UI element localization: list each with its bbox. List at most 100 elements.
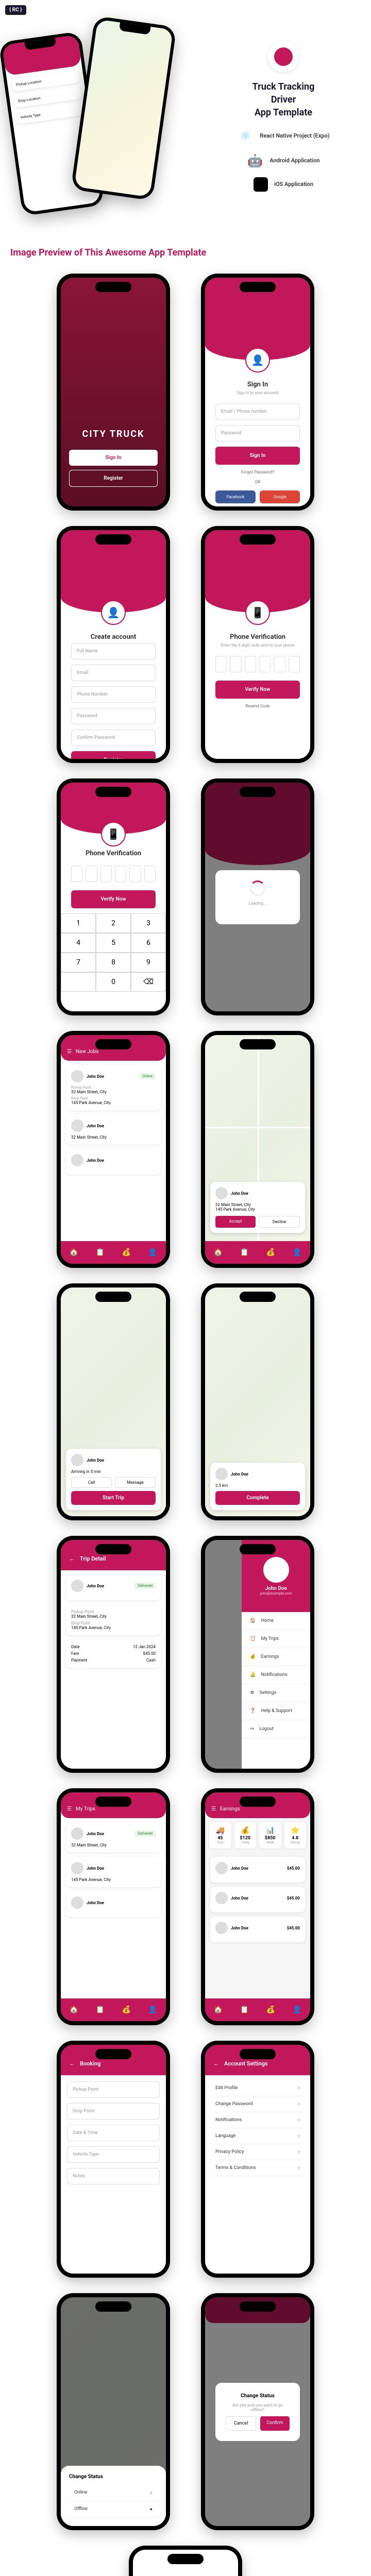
decline-button[interactable]: Decline xyxy=(259,1216,300,1228)
drawer-item-earnings[interactable]: 💰Earnings xyxy=(242,1648,310,1666)
call-button[interactable]: Call xyxy=(71,1477,112,1488)
hero-section: { RC } Pickup Location Drop Location Veh… xyxy=(0,0,371,237)
status-delivered: Delivered xyxy=(134,1583,156,1589)
drawer-avatar[interactable] xyxy=(263,1557,289,1583)
menu-icon[interactable]: ☰ xyxy=(67,1049,72,1055)
screen-tracking-1: John Doe Arriving in 5 min Call Message … xyxy=(57,1283,170,1520)
settings-language[interactable]: Language› xyxy=(210,2128,305,2144)
signin-sub: Sign in to your account xyxy=(215,391,300,395)
tab-profile[interactable]: 👤 xyxy=(284,1241,310,1264)
menu-icon[interactable]: ☰ xyxy=(67,1806,72,1812)
tab-earnings[interactable]: 💰 xyxy=(258,1998,284,2021)
tab-profile[interactable]: 👤 xyxy=(140,1998,166,2021)
signin-button[interactable]: Sign In xyxy=(215,447,300,465)
tab-profile[interactable]: 👤 xyxy=(140,1241,166,1264)
history-item[interactable]: John Doe xyxy=(66,1891,161,1917)
settings-profile[interactable]: Edit Profile› xyxy=(210,2080,305,2096)
drawer-item-home[interactable]: 🏠Home xyxy=(242,1612,310,1630)
splash-register-button[interactable]: Register xyxy=(69,470,158,487)
avatar xyxy=(71,1454,83,1466)
screen-register: 👤 Create account Full Name Email Phone N… xyxy=(57,526,170,763)
avatar xyxy=(71,1580,83,1592)
start-trip-button[interactable]: Start Trip xyxy=(71,1491,156,1505)
tab-earnings[interactable]: 💰 xyxy=(113,1998,140,2021)
confirm-modal: Change Status Are you sure you want to g… xyxy=(215,2383,299,2441)
splash-signin-button[interactable]: Sign In xyxy=(69,450,158,466)
drawer-item-trips[interactable]: 📋My Trips xyxy=(242,1630,310,1648)
screen-drawer: John Doe john@example.com 🏠Home 📋My Trip… xyxy=(201,1536,314,1773)
avatar xyxy=(71,1154,83,1166)
booking-pickup[interactable]: Pickup Point xyxy=(67,2081,160,2098)
otp-inputs[interactable] xyxy=(215,656,300,672)
hero-title-2: Driver xyxy=(206,93,361,106)
numeric-keypad[interactable]: 123 456 789 0⌫ xyxy=(61,913,166,992)
drawer-email: john@example.com xyxy=(260,1591,292,1596)
register-button[interactable]: Register xyxy=(71,751,156,759)
back-icon[interactable]: ← xyxy=(213,2060,219,2067)
reg-pass-input[interactable]: Password xyxy=(71,708,156,724)
drawer-item-notifications[interactable]: 🔔Notifications xyxy=(242,1666,310,1684)
history-item[interactable]: John Doe 145 Park Avenue, City xyxy=(66,1857,161,1887)
accept-button[interactable]: Accept xyxy=(215,1216,256,1228)
drawer-item-help[interactable]: ❓Help & Support xyxy=(242,1702,310,1720)
verify-button[interactable]: Verify Now xyxy=(215,681,300,699)
tab-trips[interactable]: 📋 xyxy=(231,1241,258,1264)
name-input[interactable]: Full Name xyxy=(71,643,156,659)
email-input[interactable]: Email / Phone number xyxy=(215,403,300,420)
tab-home[interactable]: 🏠 xyxy=(61,1998,87,2021)
phone-icon: 📱 xyxy=(245,600,270,625)
forgot-link[interactable]: Forgot Password? xyxy=(215,470,300,474)
job-card[interactable]: John Doe 32 Main Street, City xyxy=(66,1114,161,1145)
booking-vehicle[interactable]: Vehicle Type xyxy=(67,2146,160,2163)
hero-phones: Pickup Location Drop Location Vehicle Ty… xyxy=(10,21,196,227)
phone-input[interactable]: Phone Number xyxy=(71,686,156,703)
settings-privacy[interactable]: Privacy Policy› xyxy=(210,2144,305,2160)
drawer-item-settings[interactable]: ⚙Settings xyxy=(242,1684,310,1702)
earning-item[interactable]: John Doe$45.00 xyxy=(210,1887,305,1912)
settings-password[interactable]: Change Password› xyxy=(210,2096,305,2112)
tab-home[interactable]: 🏠 xyxy=(205,1241,231,1264)
password-input[interactable]: Password xyxy=(215,425,300,442)
facebook-button[interactable]: Facebook xyxy=(215,490,256,503)
history-item[interactable]: John DoeDelivered 32 Main Street, City xyxy=(66,1822,161,1853)
tab-earnings[interactable]: 💰 xyxy=(113,1241,140,1264)
tab-profile[interactable]: 👤 xyxy=(284,1998,310,2021)
earning-item[interactable]: John Doe$45.00 xyxy=(210,1857,305,1883)
back-icon[interactable]: ← xyxy=(69,2060,75,2067)
resend-link[interactable]: Resend Code xyxy=(215,704,300,708)
complete-button[interactable]: Complete xyxy=(215,1491,300,1505)
verify-title: Phone Verification xyxy=(215,633,300,641)
otp-inputs[interactable] xyxy=(71,866,156,882)
earning-item[interactable]: John Doe$45.00 xyxy=(210,1917,305,1942)
hero-title-3: App Template xyxy=(206,106,361,119)
message-button[interactable]: Message xyxy=(115,1477,156,1488)
status-badge: Online xyxy=(139,1073,156,1079)
chevron-right-icon: › xyxy=(298,2165,300,2171)
tab-home[interactable]: 🏠 xyxy=(61,1241,87,1264)
booking-drop[interactable]: Drop Point xyxy=(67,2103,160,2120)
google-button[interactable]: Google xyxy=(260,490,300,503)
tab-trips[interactable]: 📋 xyxy=(87,1998,113,2021)
settings-terms[interactable]: Terms & Conditions› xyxy=(210,2160,305,2176)
tab-trips[interactable]: 📋 xyxy=(231,1998,258,2021)
job-card[interactable]: John Doe xyxy=(66,1149,161,1175)
screen-status-sheet: Change Status Online○ Offline● xyxy=(57,2293,170,2530)
settings-notifications[interactable]: Notifications› xyxy=(210,2112,305,2128)
menu-icon[interactable]: ☰ xyxy=(211,1806,216,1812)
cancel-button[interactable]: Cancel xyxy=(226,2416,256,2431)
back-icon[interactable]: ← xyxy=(69,1555,75,1562)
reg-email-input[interactable]: Email xyxy=(71,665,156,681)
status-online[interactable]: Online○ xyxy=(69,2485,158,2501)
drawer-item-logout[interactable]: ↪Logout xyxy=(242,1720,310,1738)
status-offline[interactable]: Offline● xyxy=(69,2501,158,2518)
tab-home[interactable]: 🏠 xyxy=(205,1998,231,2021)
job-card[interactable]: John Doe Online Pickup Point 32 Main Str… xyxy=(66,1065,161,1110)
booking-notes[interactable]: Notes xyxy=(67,2168,160,2184)
tab-earnings[interactable]: 💰 xyxy=(258,1241,284,1264)
cpass-input[interactable]: Confirm Password xyxy=(71,730,156,746)
tab-trips[interactable]: 📋 xyxy=(87,1241,113,1264)
verify-button[interactable]: Verify Now xyxy=(71,890,156,908)
chevron-right-icon: › xyxy=(298,2102,300,2107)
confirm-button[interactable]: Confirm xyxy=(260,2416,290,2431)
booking-date[interactable]: Date & Time xyxy=(67,2125,160,2141)
